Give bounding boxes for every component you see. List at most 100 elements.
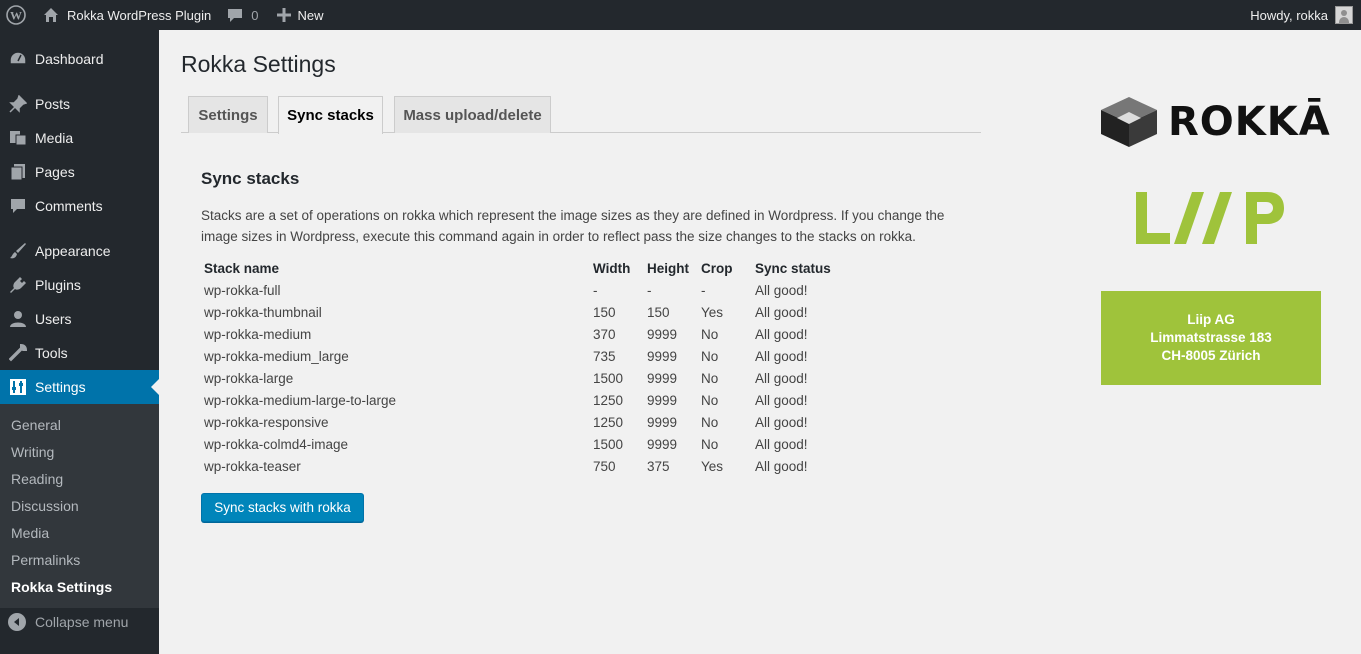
menu-label: Plugins (35, 277, 81, 293)
submenu-discussion[interactable]: Discussion (11, 498, 79, 514)
menu-tools[interactable]: Tools (0, 336, 159, 370)
stack-width: 1500 (593, 370, 624, 386)
settings-submenu: General Writing Reading Discussion Media… (0, 404, 159, 608)
stack-crop: No (701, 436, 719, 452)
submenu-general[interactable]: General (11, 417, 61, 433)
menu-label: Media (35, 130, 74, 146)
rokka-wordmark: ROKKĀ (1168, 99, 1331, 145)
pin-icon (8, 94, 28, 114)
stack-height: 9999 (647, 414, 678, 430)
stack-name: wp-rokka-colmd4-image (204, 436, 349, 452)
header-sync-status: Sync status (755, 260, 831, 276)
stack-height: 150 (647, 304, 670, 320)
tab-mass-upload-delete[interactable]: Mass upload/delete (394, 96, 551, 133)
stack-crop: No (701, 370, 719, 386)
submenu-permalinks[interactable]: Permalinks (11, 552, 80, 568)
menu-posts[interactable]: Posts (0, 87, 159, 121)
stack-crop: - (701, 282, 706, 298)
stack-width: 735 (593, 348, 616, 364)
menu-label: Users (35, 311, 72, 327)
stack-name: wp-rokka-responsive (204, 414, 329, 430)
table-row: wp-rokka-full - - - All good! (201, 279, 875, 301)
stack-crop: No (701, 414, 719, 430)
menu-comments[interactable]: Comments (0, 189, 159, 223)
stack-name: wp-rokka-thumbnail (204, 304, 322, 320)
menu-users[interactable]: Users (0, 302, 159, 336)
table-row: wp-rokka-medium 370 9999 No All good! (201, 323, 875, 345)
submenu-media[interactable]: Media (11, 525, 49, 541)
menu-label: Posts (35, 96, 71, 112)
stack-width: 1500 (593, 436, 624, 452)
site-name: Rokka WordPress Plugin (67, 7, 212, 23)
liip-logo (1134, 190, 1286, 249)
stack-height: 9999 (647, 392, 678, 408)
stack-width: 370 (593, 326, 616, 342)
my-account-link[interactable]: Howdy, rokka (1250, 0, 1353, 30)
submenu-rokka-settings[interactable]: Rokka Settings (11, 579, 112, 595)
nav-tabs: Settings Sync stacks Mass upload/delete (181, 96, 981, 134)
stack-height: 9999 (647, 436, 678, 452)
table-row: wp-rokka-teaser 750 375 Yes All good! (201, 455, 875, 477)
menu-plugins[interactable]: Plugins (0, 268, 159, 302)
header-width: Width (593, 260, 631, 276)
stack-width: 1250 (593, 414, 624, 430)
comments-link[interactable]: 0 (227, 0, 259, 30)
brush-icon (8, 241, 28, 261)
stack-crop: No (701, 348, 719, 364)
menu-pages[interactable]: Pages (0, 155, 159, 189)
address-street: Limmatstrasse 183 (1150, 330, 1272, 345)
stack-sync-status: All good! (755, 436, 808, 452)
comments-count: 0 (251, 7, 259, 23)
liip-address-box: Liip AG Limmatstrasse 183 CH-8005 Zürich (1101, 291, 1321, 385)
stack-crop: Yes (701, 304, 724, 320)
submenu-writing[interactable]: Writing (11, 444, 54, 460)
main-content: Rokka Settings Settings Sync stacks Mass… (159, 30, 1361, 654)
stack-height: 9999 (647, 348, 678, 364)
menu-dashboard[interactable]: Dashboard (0, 42, 159, 76)
collapse-menu-button[interactable]: Collapse menu (0, 613, 128, 631)
comment-icon (8, 196, 28, 216)
admin-sidebar: Dashboard Posts Media Pages Comments App… (0, 30, 159, 654)
stack-name: wp-rokka-teaser (204, 458, 301, 474)
page-title: Rokka Settings (181, 51, 336, 77)
stack-crop: No (701, 392, 719, 408)
rokka-logo: ROKKĀ (1100, 96, 1331, 148)
site-name-link[interactable]: Rokka WordPress Plugin (43, 0, 211, 30)
plug-icon (8, 275, 28, 295)
stack-height: - (647, 282, 652, 298)
liip-logo-mark (1136, 192, 1284, 244)
new-content-link[interactable]: New (276, 0, 324, 30)
section-title: Sync stacks (201, 169, 300, 188)
submenu-reading[interactable]: Reading (11, 471, 63, 487)
plus-icon (276, 8, 291, 22)
header-stack-name: Stack name (204, 260, 280, 276)
stack-height: 9999 (647, 326, 678, 342)
stack-width: - (593, 282, 598, 298)
wrench-icon (8, 343, 28, 363)
menu-settings[interactable]: Settings (0, 370, 159, 404)
collapse-arrow-icon (8, 613, 26, 631)
stack-sync-status: All good! (755, 282, 808, 298)
stack-sync-status: All good! (755, 348, 808, 364)
stack-sync-status: All good! (755, 326, 808, 342)
menu-label: Settings (35, 379, 86, 395)
menu-appearance[interactable]: Appearance (0, 234, 159, 268)
menu-label: Tools (35, 345, 68, 361)
header-crop: Crop (701, 260, 733, 276)
tab-sync-stacks[interactable]: Sync stacks (278, 96, 383, 134)
stack-height: 9999 (647, 370, 678, 386)
stack-name: wp-rokka-full (204, 282, 281, 298)
settings-icon (8, 377, 28, 397)
stack-width: 750 (593, 458, 616, 474)
avatar (1335, 6, 1353, 24)
home-icon (44, 8, 58, 22)
wordpress-logo-icon[interactable]: W (1, 0, 31, 30)
stack-sync-status: All good! (755, 304, 808, 320)
media-icon (8, 128, 28, 148)
menu-media[interactable]: Media (0, 121, 159, 155)
menu-label: Appearance (35, 243, 111, 259)
stacks-table: Stack name Width Height Crop Sync status… (201, 257, 875, 477)
table-row: wp-rokka-large 1500 9999 No All good! (201, 367, 875, 389)
sync-stacks-button[interactable]: Sync stacks with rokka (201, 493, 364, 522)
tab-settings[interactable]: Settings (188, 96, 268, 133)
